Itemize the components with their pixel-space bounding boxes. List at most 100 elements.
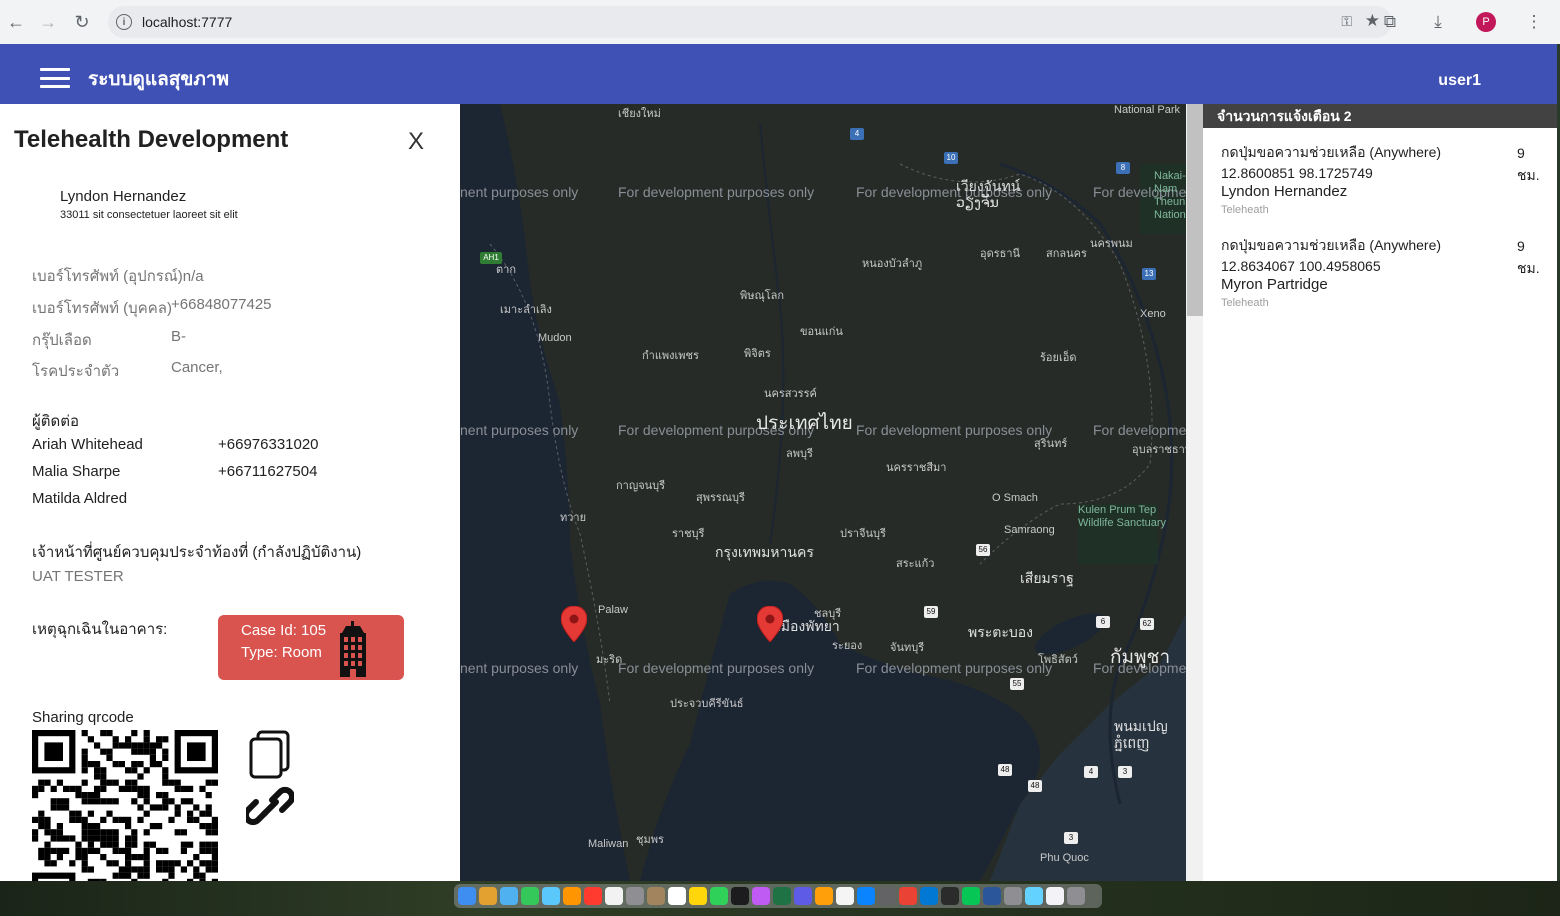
- building-emergency-label: เหตุฉุกเฉินในอาคาร:: [32, 621, 168, 638]
- map-label-mudon: Mudon: [538, 332, 572, 344]
- address-bar[interactable]: i localhost:7777 ⚿ ★: [108, 6, 1392, 38]
- dock-app-icon[interactable]: [794, 887, 812, 905]
- forward-icon[interactable]: →: [32, 6, 64, 38]
- dock-app-icon[interactable]: [668, 887, 686, 905]
- dock-app-icon[interactable]: [542, 887, 560, 905]
- case-id: Case Id: 105: [241, 622, 327, 639]
- alerts-panel: จำนวนการแจ้งเตือน 2 กดปุ่มขอความช่วยเหลื…: [1203, 104, 1557, 881]
- dock-app-icon[interactable]: [1004, 887, 1022, 905]
- blood-group-value: B-: [171, 328, 186, 345]
- contact-phone[interactable]: +66976331020: [218, 436, 319, 453]
- dock-app-icon[interactable]: [962, 887, 980, 905]
- dock-app-icon[interactable]: [647, 887, 665, 905]
- hamburger-menu-icon[interactable]: [40, 68, 70, 88]
- map-label-kanchanaburi: กาญจนบุรี: [616, 480, 666, 492]
- road-shield: 13: [1142, 268, 1156, 280]
- patient-address: 33011 sit consectetuer laoreet sit elit: [60, 209, 238, 221]
- map-marker-lyndon-hernandez[interactable]: [561, 606, 587, 642]
- road-shield: 59: [924, 606, 938, 618]
- back-icon[interactable]: ←: [0, 6, 32, 38]
- alert-name: Myron Partridge: [1221, 276, 1328, 293]
- profile-button[interactable]: P: [1470, 6, 1502, 38]
- dock-app-icon[interactable]: [689, 887, 707, 905]
- scrollbar[interactable]: [1186, 104, 1203, 881]
- dock-app-icon[interactable]: [983, 887, 1001, 905]
- reload-icon[interactable]: ↻: [66, 6, 98, 38]
- app-title: ระบบดูแลสุขภาพ: [88, 69, 230, 90]
- map[interactable]: nent purposes only For development purpo…: [460, 104, 1186, 881]
- map-label-mawlamyine: เมาะลำเลิง: [500, 304, 552, 316]
- dock-app-icon[interactable]: [500, 887, 518, 905]
- browser-toolbar: ← → ↻ i localhost:7777 ⚿ ★ ⧉ ⤓ P ⋮: [0, 0, 1560, 44]
- map-label-phu-quoc: Phu Quoc: [1040, 852, 1089, 864]
- case-card[interactable]: Case Id: 105 Type: Room: [218, 615, 404, 680]
- copy-icon[interactable]: [248, 730, 292, 780]
- user-menu[interactable]: user1: [1438, 72, 1481, 90]
- dock-app-icon[interactable]: [605, 887, 623, 905]
- map-watermark: For development purposes only: [856, 184, 1053, 200]
- map-marker-myron-partridge[interactable]: [757, 606, 783, 642]
- dock-app-icon[interactable]: [731, 887, 749, 905]
- scrollbar-thumb[interactable]: [1187, 104, 1203, 316]
- dock-app-icon[interactable]: [1025, 887, 1043, 905]
- link-icon[interactable]: [246, 784, 294, 832]
- dock-app-icon[interactable]: [584, 887, 602, 905]
- disease-value: Cancer,: [171, 359, 223, 376]
- map-label-roi-et: ร้อยเอ็ด: [1040, 352, 1077, 364]
- map-label-bangkok: กรุงเทพมหานคร: [715, 544, 814, 560]
- app-bar: ระบบดูแลสุขภาพ user1: [0, 44, 1557, 104]
- dock-app-icon[interactable]: [479, 887, 497, 905]
- map-label-phnom-penh-km: ភ្នំពេញ: [1114, 735, 1150, 751]
- map-terrain: [460, 104, 1186, 881]
- map-label-surin: สุรินทร์: [1034, 438, 1068, 450]
- road-shield: 48: [1028, 780, 1042, 792]
- device-phone-label: เบอร์โทรศัพท์ (อุปกรณ์)n/a: [32, 264, 204, 288]
- dock-app-icon[interactable]: [857, 887, 875, 905]
- dock-app-icon[interactable]: [941, 887, 959, 905]
- menu-icon[interactable]: ⋮: [1518, 6, 1550, 38]
- close-button[interactable]: X: [408, 128, 424, 156]
- dock-app-icon[interactable]: [752, 887, 770, 905]
- extensions-icon[interactable]: ⧉: [1374, 6, 1406, 38]
- road-shield: 10: [944, 152, 958, 164]
- map-label-phetchabun: ขอนแก่น: [800, 326, 843, 338]
- case-type: Type: Room: [241, 644, 322, 661]
- info-icon[interactable]: i: [116, 14, 132, 30]
- map-watermark: nent purposes only: [460, 184, 579, 200]
- contact-name: Malia Sharpe: [32, 463, 121, 480]
- road-shield: 6: [1096, 616, 1110, 628]
- key-icon[interactable]: ⚿: [1341, 13, 1352, 30]
- map-label-nakai: Nakai-Nam Theun National: [1154, 170, 1186, 221]
- dock-app-icon[interactable]: [521, 887, 539, 905]
- contact-phone[interactable]: +66711627504: [218, 463, 317, 480]
- dock-app-icon[interactable]: [563, 887, 581, 905]
- dock-app-icon[interactable]: [773, 887, 791, 905]
- road-shield: 48: [998, 764, 1012, 776]
- download-icon[interactable]: ⤓: [1422, 6, 1454, 38]
- dock-app-icon[interactable]: [458, 887, 476, 905]
- alert-message: กดปุ่มขอความช่วยเหลือ (Anywhere) 12.8600…: [1221, 144, 1442, 181]
- patient-detail-panel: Telehealth Development X Lyndon Hernande…: [0, 104, 460, 881]
- road-shield: 62: [1140, 618, 1154, 630]
- map-watermark: nent purposes only: [460, 660, 579, 676]
- road-shield: 4: [1084, 766, 1098, 778]
- dock-app-icon[interactable]: [899, 887, 917, 905]
- dock-app-icon[interactable]: [920, 887, 938, 905]
- dock-app-icon[interactable]: [710, 887, 728, 905]
- dock-app-icon[interactable]: [815, 887, 833, 905]
- map-label-pursat: โพธิสัตว์: [1038, 654, 1078, 666]
- dock-app-icon[interactable]: [1046, 887, 1064, 905]
- map-label-sakon-nakhon: สกลนคร: [1046, 248, 1087, 260]
- alerts-count-header: จำนวนการแจ้งเตือน 2: [1203, 104, 1557, 128]
- dock-app-icon[interactable]: [1067, 887, 1085, 905]
- alert-message: กดปุ่มขอความช่วยเหลือ (Anywhere) 12.8634…: [1221, 237, 1442, 274]
- dock-app-icon[interactable]: [626, 887, 644, 905]
- dock-app-icon[interactable]: [836, 887, 854, 905]
- map-label-udon-thani: อุดรธานี: [980, 248, 1021, 260]
- map-label-rayong: ระยอง: [832, 640, 863, 652]
- disease-label: โรคประจำตัว: [32, 363, 120, 380]
- dock-app-icon[interactable]: [878, 887, 896, 905]
- map-label-nakhon-phanom: นครพนม: [1090, 238, 1133, 250]
- contact-name: Matilda Aldred: [32, 490, 128, 507]
- map-label-chanthaburi: จันทบุรี: [890, 642, 925, 654]
